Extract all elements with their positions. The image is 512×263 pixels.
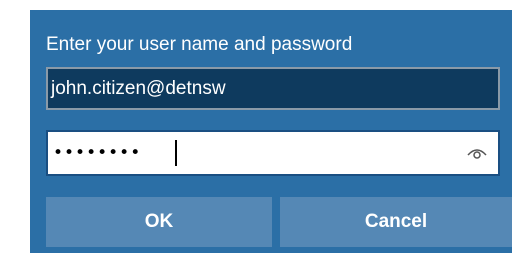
eye-icon[interactable] (466, 144, 488, 160)
password-field[interactable]: •••••••• (46, 130, 500, 176)
dialog-prompt: Enter your user name and password (46, 34, 353, 55)
ok-button[interactable]: OK (46, 197, 272, 247)
text-caret (175, 140, 177, 166)
username-field[interactable]: john.citizen@detnsw (46, 67, 500, 110)
credential-dialog: Enter your user name and password john.c… (30, 10, 512, 253)
cancel-button[interactable]: Cancel (280, 197, 512, 247)
password-masked-value: •••••••• (53, 143, 142, 163)
